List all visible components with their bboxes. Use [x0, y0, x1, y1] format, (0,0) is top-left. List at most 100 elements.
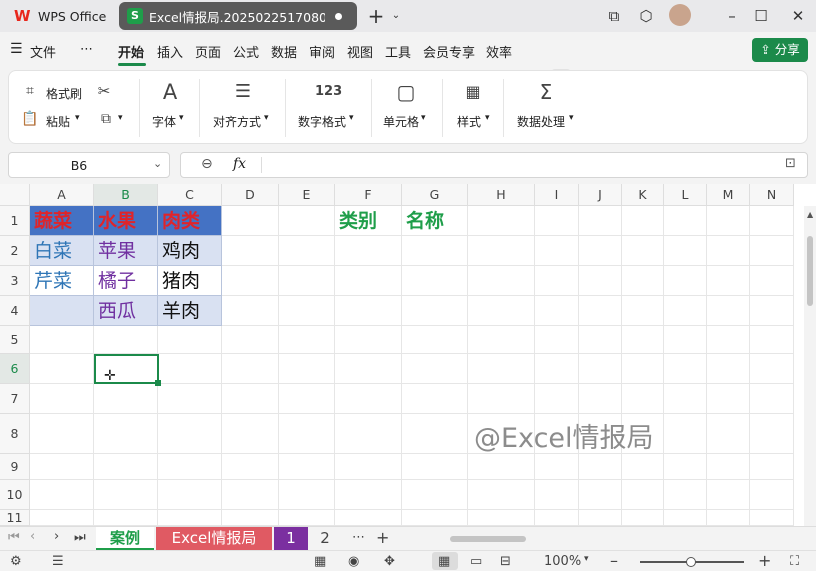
page-break-icon[interactable]: ⊟ — [500, 554, 511, 569]
cell-l2[interactable] — [664, 236, 707, 266]
cell-g11[interactable] — [402, 510, 468, 526]
menu-insert[interactable]: 插入 — [157, 42, 183, 61]
macro-icon[interactable]: ⚙ — [10, 554, 22, 569]
cell-f8[interactable] — [335, 414, 402, 454]
cell-b4[interactable]: 西瓜 — [94, 296, 158, 326]
cell-j11[interactable] — [579, 510, 622, 526]
cell-c8[interactable] — [158, 414, 222, 454]
cell-c1[interactable]: 肉类 — [158, 206, 222, 236]
eye-protection-icon[interactable]: ◉ — [348, 554, 359, 569]
horizontal-scrollbar[interactable] — [420, 536, 800, 542]
column-header-n[interactable]: N — [750, 184, 794, 206]
cell-i1[interactable] — [535, 206, 579, 236]
cell-d2[interactable] — [222, 236, 279, 266]
cell-l1[interactable] — [664, 206, 707, 236]
align-button[interactable]: 对齐方式 — [213, 113, 261, 130]
cell-f7[interactable] — [335, 384, 402, 414]
last-sheet-icon[interactable]: ⏭ — [74, 530, 86, 545]
cell-n6[interactable] — [750, 354, 794, 384]
row-header-3[interactable]: 3 — [0, 266, 30, 296]
row-header-8[interactable]: 8 — [0, 414, 30, 454]
cell-d10[interactable] — [222, 480, 279, 510]
cell-k6[interactable] — [622, 354, 664, 384]
zoom-dropdown-icon[interactable]: ▾ — [584, 554, 589, 564]
align-dropdown-icon[interactable]: ▾ — [264, 113, 269, 123]
number-format-dropdown-icon[interactable]: ▾ — [349, 113, 354, 123]
cell-c5[interactable] — [158, 326, 222, 354]
menu-member[interactable]: 会员专享 — [423, 42, 475, 61]
cell-a3[interactable]: 芹菜 — [30, 266, 94, 296]
style-dropdown-icon[interactable]: ▾ — [485, 113, 490, 123]
cell-b2[interactable]: 苹果 — [94, 236, 158, 266]
name-box[interactable]: B6 ⌄ — [8, 152, 170, 178]
menu-tools[interactable]: 工具 — [385, 42, 411, 61]
chevron-down-icon[interactable]: ⌄ — [386, 6, 406, 26]
cell-j3[interactable] — [579, 266, 622, 296]
sheet-tab-excel[interactable]: Excel情报局 — [156, 527, 272, 550]
cell-h9[interactable] — [468, 454, 535, 480]
cell-m8[interactable] — [707, 414, 750, 454]
cell-g4[interactable] — [402, 296, 468, 326]
cell-d3[interactable] — [222, 266, 279, 296]
cell-k5[interactable] — [622, 326, 664, 354]
column-header-b[interactable]: B — [94, 184, 158, 206]
cell-icon[interactable]: ▢ — [393, 79, 419, 105]
cell-e3[interactable] — [279, 266, 335, 296]
cell-a6[interactable] — [30, 354, 94, 384]
cell-d7[interactable] — [222, 384, 279, 414]
align-icon[interactable]: ☰ — [230, 79, 256, 105]
column-header-i[interactable]: I — [535, 184, 579, 206]
cell-b7[interactable] — [94, 384, 158, 414]
cell-a4[interactable] — [30, 296, 94, 326]
cell-h2[interactable] — [468, 236, 535, 266]
cell-b9[interactable] — [94, 454, 158, 480]
cell-n2[interactable] — [750, 236, 794, 266]
cell-n9[interactable] — [750, 454, 794, 480]
cell-n11[interactable] — [750, 510, 794, 526]
cell-m3[interactable] — [707, 266, 750, 296]
row-header-11[interactable]: 11 — [0, 510, 30, 526]
menu-overflow[interactable]: ⋯ — [80, 42, 93, 57]
zoom-in-icon[interactable]: + — [758, 551, 771, 570]
row-header-7[interactable]: 7 — [0, 384, 30, 414]
cell-d4[interactable] — [222, 296, 279, 326]
maximize-icon[interactable]: ☐ — [751, 6, 771, 26]
cell-f6[interactable] — [335, 354, 402, 384]
cell-j10[interactable] — [579, 480, 622, 510]
cell-e1[interactable] — [279, 206, 335, 236]
fx-icon[interactable]: fx — [233, 156, 246, 172]
new-tab-icon[interactable]: + — [366, 6, 386, 26]
number-format-button[interactable]: 数字格式 — [298, 113, 346, 130]
next-sheet-icon[interactable]: › — [54, 529, 59, 544]
row-header-9[interactable]: 9 — [0, 454, 30, 480]
sum-icon[interactable]: Σ — [533, 79, 559, 105]
menu-home[interactable]: 开始 — [118, 42, 144, 61]
font-dropdown-icon[interactable]: ▾ — [179, 113, 184, 123]
cell-e6[interactable] — [279, 354, 335, 384]
row-header-2[interactable]: 2 — [0, 236, 30, 266]
zoom-level[interactable]: 100% — [544, 554, 581, 569]
cell-e5[interactable] — [279, 326, 335, 354]
cell-b1[interactable]: 水果 — [94, 206, 158, 236]
row-header-4[interactable]: 4 — [0, 296, 30, 326]
cell-k3[interactable] — [622, 266, 664, 296]
column-header-d[interactable]: D — [222, 184, 279, 206]
cell-l3[interactable] — [664, 266, 707, 296]
paste-button[interactable]: 粘贴 — [46, 113, 70, 130]
cell-f5[interactable] — [335, 326, 402, 354]
menu-page[interactable]: 页面 — [195, 42, 221, 61]
cell-b5[interactable] — [94, 326, 158, 354]
minimize-icon[interactable]: – — [722, 6, 742, 26]
cell-b11[interactable] — [94, 510, 158, 526]
cell-c2[interactable]: 鸡肉 — [158, 236, 222, 266]
cell-e2[interactable] — [279, 236, 335, 266]
cell-n1[interactable] — [750, 206, 794, 236]
style-button[interactable]: 样式 — [457, 113, 481, 130]
cell-k7[interactable] — [622, 384, 664, 414]
table-view-icon[interactable]: ▦ — [314, 554, 326, 569]
sheet-tab-1[interactable]: 1 — [274, 527, 308, 550]
copy-dropdown-icon[interactable]: ▾ — [118, 113, 123, 123]
cell-g9[interactable] — [402, 454, 468, 480]
chevron-down-icon[interactable]: ⌄ — [153, 157, 162, 170]
document-tab[interactable]: S Excel情报局.20250225170800130 — [119, 2, 357, 30]
